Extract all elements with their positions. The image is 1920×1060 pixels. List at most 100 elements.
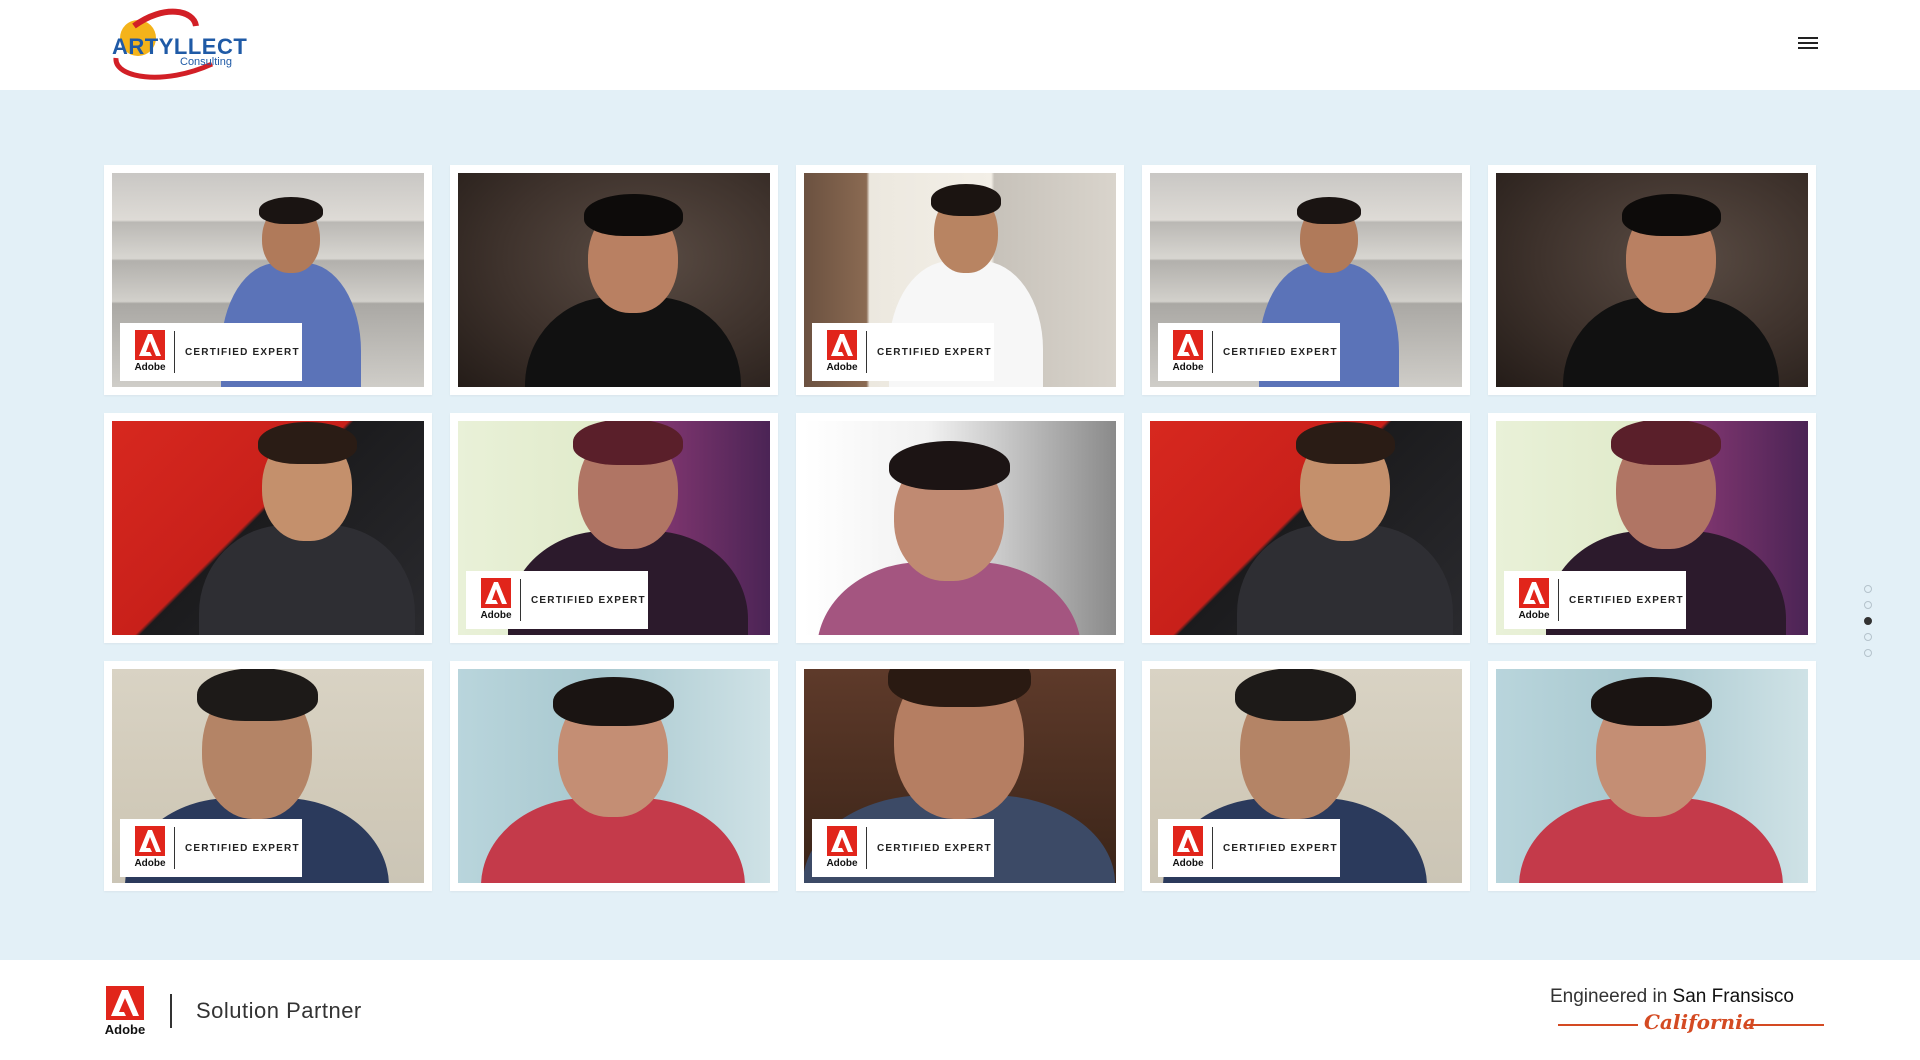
- section-pagination: [1864, 585, 1874, 657]
- team-photo-card[interactable]: Adobe CERTIFIED EXPERT: [1142, 661, 1470, 891]
- adobe-logo: Adobe: [1516, 578, 1552, 622]
- person-hair: [1590, 676, 1712, 726]
- certified-expert-label: CERTIFIED EXPERT: [1223, 346, 1338, 358]
- california-line: California: [1550, 1010, 1824, 1040]
- team-gallery-section: Adobe CERTIFIED EXPERT Adobe CERTIFIED EXPE…: [0, 90, 1920, 960]
- solution-partner-label: Solution Partner: [196, 998, 362, 1023]
- engineered-line: Engineered in San Fransisco: [1550, 986, 1824, 1008]
- badge-divider: [866, 827, 867, 869]
- person-hair: [888, 440, 1010, 490]
- hamburger-menu-icon[interactable]: [1796, 34, 1820, 54]
- adobe-certified-expert-badge: Adobe CERTIFIED EXPERT: [1158, 819, 1340, 877]
- badge-divider: [1212, 331, 1213, 373]
- team-member-photo: Adobe CERTIFIED EXPERT: [804, 669, 1116, 883]
- adobe-icon: [827, 826, 857, 856]
- adobe-certified-expert-badge: Adobe CERTIFIED EXPERT: [120, 323, 302, 381]
- team-member-photo: Adobe CERTIFIED EXPERT: [458, 421, 770, 635]
- certified-expert-label: CERTIFIED EXPERT: [1569, 594, 1684, 606]
- adobe-certified-expert-badge: Adobe CERTIFIED EXPERT: [1504, 571, 1686, 629]
- person-shoulders: [1237, 524, 1453, 635]
- team-photo-card[interactable]: Adobe CERTIFIED EXPERT: [1142, 165, 1470, 395]
- adobe-certified-expert-badge: Adobe CERTIFIED EXPERT: [466, 571, 648, 629]
- person-hair: [887, 669, 1031, 707]
- adobe-icon: [106, 986, 144, 1020]
- adobe-certified-expert-badge: Adobe CERTIFIED EXPERT: [1158, 323, 1340, 381]
- certified-expert-label: CERTIFIED EXPERT: [1223, 842, 1338, 854]
- team-member-photo: Adobe CERTIFIED EXPERT: [1150, 669, 1462, 883]
- adobe-footer-word: Adobe: [104, 1022, 146, 1037]
- person-hair: [583, 194, 683, 236]
- team-photo-card[interactable]: [796, 413, 1124, 643]
- team-photo-card[interactable]: [1142, 413, 1470, 643]
- adobe-icon: [1173, 826, 1203, 856]
- adobe-word: Adobe: [134, 858, 166, 869]
- california-script: California: [1644, 1010, 1756, 1034]
- adobe-icon: [1173, 330, 1203, 360]
- person-hair: [930, 184, 1002, 216]
- badge-divider: [520, 579, 521, 621]
- pagination-dot[interactable]: [1864, 633, 1872, 641]
- adobe-word: Adobe: [1172, 362, 1204, 373]
- person-hair: [552, 676, 674, 726]
- certified-expert-label: CERTIFIED EXPERT: [877, 842, 992, 854]
- team-member-photo: Adobe CERTIFIED EXPERT: [1496, 421, 1808, 635]
- team-member-photo: [1496, 173, 1808, 387]
- engineered-city: San Fransisco: [1672, 986, 1794, 1007]
- adobe-word: Adobe: [1172, 858, 1204, 869]
- adobe-certified-expert-badge: Adobe CERTIFIED EXPERT: [812, 819, 994, 877]
- team-member-photo: [804, 421, 1116, 635]
- team-member-photo: [458, 173, 770, 387]
- team-photo-card[interactable]: [1488, 165, 1816, 395]
- team-photo-card[interactable]: Adobe CERTIFIED EXPERT: [104, 661, 432, 891]
- adobe-icon: [135, 330, 165, 360]
- person-hair: [1295, 422, 1395, 464]
- team-photo-card[interactable]: Adobe CERTIFIED EXPERT: [1488, 413, 1816, 643]
- adobe-logo: Adobe: [478, 578, 514, 622]
- team-photo-card[interactable]: [1488, 661, 1816, 891]
- adobe-icon: [135, 826, 165, 856]
- adobe-icon: [1519, 578, 1549, 608]
- pagination-dot[interactable]: [1864, 601, 1872, 609]
- site-footer: Adobe Solution Partner Engineered in San…: [0, 960, 1920, 1060]
- team-member-photo: [1496, 669, 1808, 883]
- artyllect-logo[interactable]: ARTYLLECT Consulting: [104, 8, 247, 84]
- site-header: ARTYLLECT Consulting: [0, 0, 1920, 90]
- team-photo-card[interactable]: [450, 661, 778, 891]
- footer-divider: [170, 994, 172, 1028]
- adobe-word: Adobe: [134, 362, 166, 373]
- adobe-logo: Adobe: [132, 330, 168, 374]
- engineered-in-badge: Engineered in San Fransisco California: [1550, 986, 1824, 1040]
- team-member-photo: Adobe CERTIFIED EXPERT: [1150, 173, 1462, 387]
- team-photo-card[interactable]: Adobe CERTIFIED EXPERT: [104, 165, 432, 395]
- pagination-dot[interactable]: [1864, 649, 1872, 657]
- certified-expert-label: CERTIFIED EXPERT: [185, 346, 300, 358]
- badge-divider: [1558, 579, 1559, 621]
- person-hair: [259, 197, 323, 224]
- pagination-dot[interactable]: [1864, 617, 1872, 625]
- person-hair: [1297, 197, 1361, 224]
- badge-divider: [1212, 827, 1213, 869]
- pagination-dot[interactable]: [1864, 585, 1872, 593]
- adobe-word: Adobe: [826, 362, 858, 373]
- adobe-certified-expert-badge: Adobe CERTIFIED EXPERT: [120, 819, 302, 877]
- person-hair: [1234, 669, 1356, 721]
- adobe-logo: Adobe: [824, 330, 860, 374]
- badge-divider: [174, 827, 175, 869]
- team-photo-card[interactable]: Adobe CERTIFIED EXPERT: [796, 165, 1124, 395]
- team-member-photo: Adobe CERTIFIED EXPERT: [804, 173, 1116, 387]
- team-photo-card[interactable]: Adobe CERTIFIED EXPERT: [796, 661, 1124, 891]
- photo-grid: Adobe CERTIFIED EXPERT Adobe CERTIFIED EXPE…: [104, 165, 1818, 895]
- team-photo-card[interactable]: Adobe CERTIFIED EXPERT: [450, 413, 778, 643]
- logo-tagline: Consulting: [180, 56, 232, 68]
- adobe-icon: [827, 330, 857, 360]
- team-photo-card[interactable]: [104, 413, 432, 643]
- team-member-photo: [1150, 421, 1462, 635]
- person-hair: [196, 669, 318, 721]
- team-photo-card[interactable]: [450, 165, 778, 395]
- california-rule-left: [1558, 1024, 1638, 1026]
- california-rule-right: [1746, 1024, 1824, 1026]
- person-shoulders: [199, 524, 415, 635]
- adobe-footer-logo: Adobe: [104, 986, 146, 1040]
- person-hair: [573, 421, 683, 465]
- adobe-logo: Adobe: [1170, 826, 1206, 870]
